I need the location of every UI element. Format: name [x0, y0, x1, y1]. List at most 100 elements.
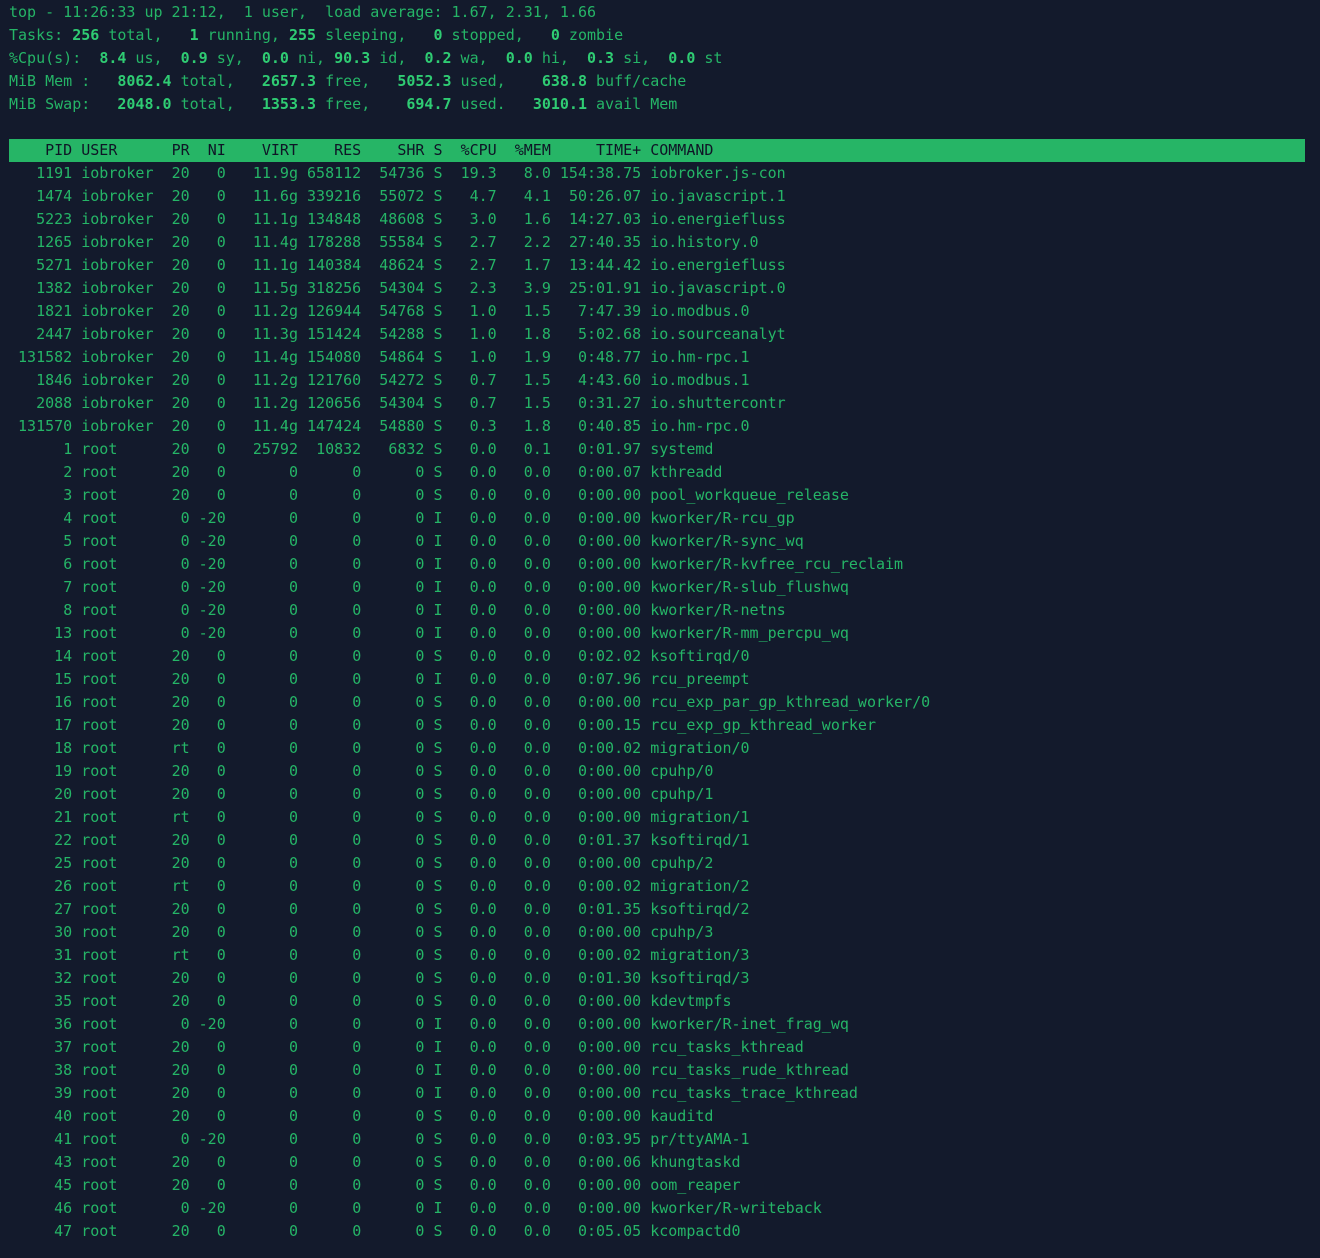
cell-res: 0 [352, 900, 362, 918]
cell-mem: 0.0 [523, 831, 551, 849]
cell-virt: 0 [288, 946, 298, 964]
cell-cpu: 0.0 [469, 532, 497, 550]
cell-pid: 25 [54, 854, 73, 872]
cell-time: 0:00.06 [577, 1153, 642, 1171]
cell-cpu: 0.0 [469, 762, 497, 780]
cell-user: root [81, 440, 118, 458]
cell-pr: 20 [171, 302, 190, 320]
cell-user: root [81, 486, 118, 504]
cell-virt: 0 [288, 785, 298, 803]
cell-res: 0 [352, 716, 362, 734]
cell-shr: 54768 [379, 302, 425, 320]
cell-pid: 27 [54, 900, 73, 918]
cell-state: S [433, 210, 443, 228]
cell-shr: 0 [415, 670, 425, 688]
cell-cpu: 2.3 [469, 279, 497, 297]
cell-ni: 0 [216, 417, 226, 435]
cell-command: rcu_preempt [650, 670, 750, 688]
cell-command: kworker/R-writeback [650, 1199, 822, 1217]
cell-state: S [433, 808, 443, 826]
cell-time: 0:00.00 [577, 601, 642, 619]
cell-pr: 20 [171, 647, 190, 665]
mem-line: MiB Mem : 8062.4 total, 2657.3 free, 505… [9, 72, 687, 90]
process-row: 2447 iobroker 20 0 11.3g 151424 54288 S … [9, 323, 786, 346]
cell-user: root [81, 969, 118, 987]
cell-mem: 1.9 [523, 348, 551, 366]
cell-cpu: 0.0 [469, 1038, 497, 1056]
cell-mem: 0.0 [523, 992, 551, 1010]
cell-state: S [433, 1153, 443, 1171]
cell-pr: 20 [171, 486, 190, 504]
cell-res: 0 [352, 1107, 362, 1125]
process-row: 20 root 20 0 0 0 0 S 0.0 0.0 0:00.00 cpu… [9, 783, 713, 806]
cell-pr: 20 [171, 1107, 190, 1125]
cell-res: 0 [352, 1222, 362, 1240]
cell-ni: 0 [216, 992, 226, 1010]
cell-mem: 0.0 [523, 785, 551, 803]
cell-command: kdevtmpfs [650, 992, 732, 1010]
cell-pr: 0 [180, 555, 190, 573]
cell-time: 0:00.15 [577, 716, 642, 734]
cell-virt: 0 [288, 463, 298, 481]
cell-mem: 0.0 [523, 693, 551, 711]
cell-shr: 0 [415, 877, 425, 895]
cell-cpu: 0.0 [469, 946, 497, 964]
cell-state: I [433, 1015, 443, 1033]
column-header-row: PID USER PR NI VIRT RES SHR S %CPU %MEM … [9, 139, 713, 162]
cell-virt: 0 [288, 1038, 298, 1056]
cell-virt: 0 [288, 1222, 298, 1240]
cell-time: 0:00.02 [577, 946, 642, 964]
cell-pr: 20 [171, 693, 190, 711]
cell-pid: 17 [54, 716, 73, 734]
terminal-window[interactable]: top - 11:26:33 up 21:12, 1 user, load av… [0, 0, 1320, 1258]
cell-time: 50:26.07 [568, 187, 642, 205]
cell-mem: 1.8 [523, 417, 551, 435]
cell-res: 10832 [316, 440, 362, 458]
cell-cpu: 0.0 [469, 739, 497, 757]
cell-res: 0 [352, 555, 362, 573]
cell-mem: 1.5 [523, 394, 551, 412]
cell-command: io.shuttercontr [650, 394, 786, 412]
cell-cpu: 0.7 [469, 371, 497, 389]
cell-user: root [81, 555, 118, 573]
cell-mem: 0.0 [523, 1176, 551, 1194]
cell-user: iobroker [81, 164, 154, 182]
cell-shr: 54304 [379, 279, 425, 297]
cell-user: root [81, 923, 118, 941]
cell-cpu: 0.0 [469, 969, 497, 987]
cell-virt: 11.9g [252, 164, 298, 182]
cell-shr: 0 [415, 1084, 425, 1102]
cell-pr: 20 [171, 1038, 190, 1056]
cell-ni: 0 [216, 1038, 226, 1056]
cell-shr: 0 [415, 854, 425, 872]
cell-shr: 0 [415, 532, 425, 550]
cell-cpu: 0.0 [469, 785, 497, 803]
cell-shr: 54272 [379, 371, 425, 389]
cell-mem: 0.0 [523, 1061, 551, 1079]
cell-pr: 20 [171, 762, 190, 780]
process-row: 17 root 20 0 0 0 0 S 0.0 0.0 0:00.15 rcu… [9, 714, 876, 737]
cell-user: root [81, 946, 118, 964]
cell-mem: 0.1 [523, 440, 551, 458]
cell-virt: 11.2g [252, 302, 298, 320]
cell-res: 0 [352, 1153, 362, 1171]
cell-pr: 20 [171, 233, 190, 251]
cell-mem: 1.5 [523, 302, 551, 320]
cell-res: 0 [352, 1084, 362, 1102]
process-row: 8 root 0 -20 0 0 0 I 0.0 0.0 0:00.00 kwo… [9, 599, 786, 622]
cell-state: S [433, 164, 443, 182]
cell-pid: 14 [54, 647, 73, 665]
process-row: 32 root 20 0 0 0 0 S 0.0 0.0 0:01.30 kso… [9, 967, 749, 990]
cell-user: iobroker [81, 302, 154, 320]
cell-res: 120656 [307, 394, 362, 412]
cell-shr: 0 [415, 555, 425, 573]
cell-ni: 0 [216, 785, 226, 803]
cell-user: root [81, 1084, 118, 1102]
process-row: 5271 iobroker 20 0 11.1g 140384 48624 S … [9, 254, 786, 277]
cell-state: S [433, 946, 443, 964]
process-row: 21 root rt 0 0 0 0 S 0.0 0.0 0:00.00 mig… [9, 806, 749, 829]
cell-shr: 48608 [379, 210, 425, 228]
cell-time: 0:00.00 [577, 1038, 642, 1056]
cell-shr: 0 [415, 1199, 425, 1217]
cell-ni: 0 [216, 348, 226, 366]
